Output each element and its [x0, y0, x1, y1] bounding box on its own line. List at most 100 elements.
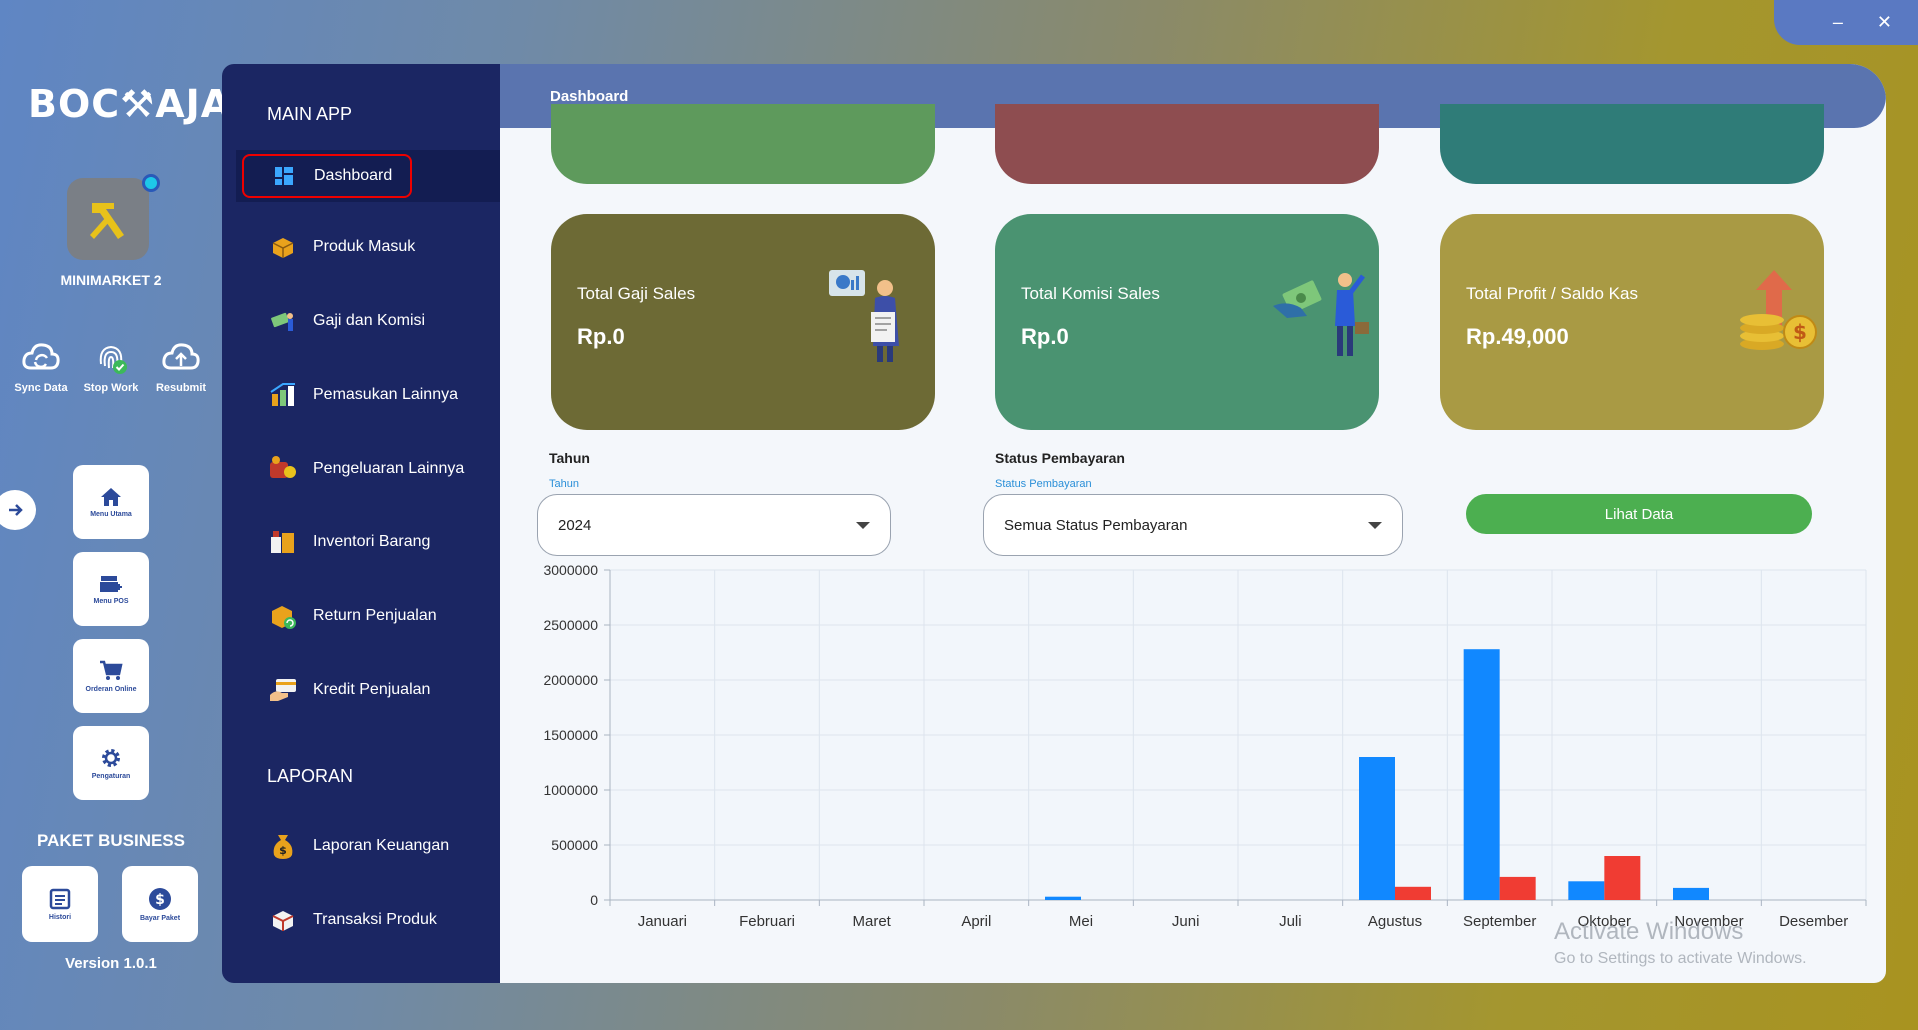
sidebar-item-pengeluaran-lainnya[interactable]: Pengeluaran Lainnya: [267, 449, 464, 489]
windows-activation-watermark: Activate Windows Go to Settings to activ…: [1554, 918, 1807, 968]
sidebar-item-gaji-komisi[interactable]: Gaji dan Komisi: [267, 301, 425, 341]
bayar-paket-label: Bayar Paket: [139, 914, 181, 922]
lihat-data-button[interactable]: Lihat Data: [1466, 494, 1812, 534]
bar-september-series-2: [1499, 876, 1536, 900]
y-tick-label: 1500000: [543, 727, 598, 743]
watermark-line-1: Activate Windows: [1554, 918, 1744, 945]
rail-menu: Menu Utama Menu POS Orderan Online Penga…: [73, 465, 149, 800]
sidebar-item-label: Pemasukan Lainnya: [313, 386, 458, 403]
close-button[interactable]: ✕: [1877, 12, 1892, 33]
status-pembayaran-small-label: Status Pembayaran: [995, 478, 1092, 490]
presentation-person-icon: [829, 270, 899, 362]
summary-card-top-3: [1440, 104, 1824, 184]
x-tick-label: Januari: [638, 913, 687, 930]
tahun-label: Tahun: [549, 450, 590, 466]
card-value: Rp.0: [577, 324, 625, 349]
sidebar-item-label: Produk Masuk: [313, 238, 416, 255]
resubmit-label: Resubmit: [155, 382, 207, 394]
summary-card-top-1: [551, 104, 935, 184]
menu-utama-button[interactable]: Menu Utama: [73, 465, 149, 539]
tahun-select[interactable]: 2024: [537, 494, 891, 556]
home-icon: [101, 487, 121, 506]
sync-data-label: Sync Data: [14, 382, 68, 394]
menu-pos-button[interactable]: Menu POS: [73, 552, 149, 626]
histori-label: Histori: [48, 913, 72, 921]
cart-icon: [100, 660, 123, 680]
sidebar-item-laporan-keuangan[interactable]: $ Laporan Keuangan: [267, 826, 449, 866]
window-controls: – ✕: [1774, 0, 1918, 45]
y-tick-label: 3000000: [543, 562, 598, 578]
bar-agustus-series-1: [1359, 757, 1395, 900]
quick-actions: Sync Data Stop Work Resubmit: [6, 340, 216, 394]
bar-mei-series-1: [1045, 896, 1081, 900]
sidebar-item-label: Inventori Barang: [313, 533, 431, 550]
histori-button[interactable]: Histori: [22, 866, 98, 942]
x-tick-label: Februari: [739, 913, 795, 930]
card-total-komisi-sales: Total Komisi Sales Rp.0: [995, 214, 1379, 430]
sidebar-item-dashboard[interactable]: Dashboard: [268, 156, 392, 196]
app-logo: BOC⚒AJA: [28, 82, 232, 126]
section-main-app: MAIN APP: [267, 104, 353, 124]
paket-buttons: Histori $ Bayar Paket: [22, 866, 198, 942]
store-avatar[interactable]: [67, 178, 149, 260]
watermark-line-2: Go to Settings to activate Windows.: [1554, 950, 1807, 967]
main-content: Dashboard Total Gaji Sales Rp.0 Total Ko…: [500, 64, 1886, 983]
gear-icon: [102, 748, 120, 767]
income-icon: [267, 379, 299, 411]
x-tick-label: Agustus: [1368, 913, 1422, 930]
dollar-icon: $: [149, 887, 171, 910]
sidebar-item-label: Laporan Keuangan: [313, 837, 450, 854]
bar-oktober-series-2: [1604, 856, 1641, 900]
x-tick-label: Mei: [1069, 913, 1093, 930]
y-tick-label: 1000000: [543, 782, 598, 798]
svg-text:$: $: [1793, 320, 1807, 344]
menu-utama-label: Menu Utama: [90, 510, 132, 518]
sidebar-item-produk-masuk[interactable]: Produk Masuk: [267, 227, 415, 267]
sidebar-item-label: Gaji dan Komisi: [313, 312, 426, 329]
history-icon: [49, 888, 71, 909]
fingerprint-icon: [99, 345, 127, 374]
upload-cloud-icon: [162, 343, 200, 370]
orderan-online-button[interactable]: Orderan Online: [73, 639, 149, 713]
bayar-paket-button[interactable]: $ Bayar Paket: [122, 866, 198, 942]
svg-text:$: $: [155, 892, 165, 908]
y-tick-label: 0: [590, 892, 598, 908]
sidebar-item-pemasukan-lainnya[interactable]: Pemasukan Lainnya: [267, 375, 458, 415]
pengaturan-button[interactable]: Pengaturan: [73, 726, 149, 800]
card-label: Total Gaji Sales: [577, 284, 696, 303]
sidebar-item-kredit-penjualan[interactable]: Kredit Penjualan: [267, 670, 430, 710]
x-tick-label: September: [1463, 913, 1536, 930]
sidebar-item-return-penjualan[interactable]: Return Penjualan: [267, 596, 437, 636]
expand-arrow-button[interactable]: [0, 490, 36, 530]
stop-work-button[interactable]: Stop Work: [76, 340, 146, 394]
sync-cloud-icon: [22, 343, 60, 370]
svg-text:$: $: [279, 844, 287, 857]
sidebar-item-inventori-barang[interactable]: Inventori Barang: [267, 522, 430, 562]
store-name: MINIMARKET 2: [60, 272, 162, 288]
card-value: Rp.0: [1021, 324, 1069, 349]
resubmit-button[interactable]: Resubmit: [146, 340, 216, 394]
card-label: Total Profit / Saldo Kas: [1466, 284, 1638, 303]
sidebar-item-label: Kredit Penjualan: [313, 681, 431, 698]
pengaturan-label: Pengaturan: [91, 772, 131, 780]
monthly-bar-chart: 0 500000 1000000 1500000 2000000 2500000 30000…: [543, 562, 1867, 930]
expense-icon: [267, 453, 299, 485]
inventory-icon: [267, 526, 299, 558]
card-total-gaji-sales: Total Gaji Sales Rp.0: [551, 214, 935, 430]
sync-data-button[interactable]: Sync Data: [6, 340, 76, 394]
page-title: Dashboard: [550, 88, 629, 105]
card-value: Rp.49,000: [1466, 324, 1569, 349]
sidebar-item-label: Dashboard: [314, 167, 393, 184]
hammer-logo-icon: [90, 203, 124, 239]
package-icon: [267, 904, 299, 936]
dashboard-icon: [268, 160, 300, 192]
sidebar-item-transaksi-produk[interactable]: Transaksi Produk: [267, 900, 437, 940]
x-tick-label: Juli: [1279, 913, 1302, 930]
chevron-down-icon: [856, 521, 870, 529]
summary-card-top-2: [995, 104, 1379, 184]
minimize-button[interactable]: –: [1833, 12, 1843, 33]
bar-november-series-1: [1673, 887, 1709, 900]
sidebar-item-label: Pengeluaran Lainnya: [313, 460, 465, 477]
status-pembayaran-select[interactable]: Semua Status Pembayaran: [983, 494, 1403, 556]
paket-title: PAKET BUSINESS: [37, 831, 185, 850]
